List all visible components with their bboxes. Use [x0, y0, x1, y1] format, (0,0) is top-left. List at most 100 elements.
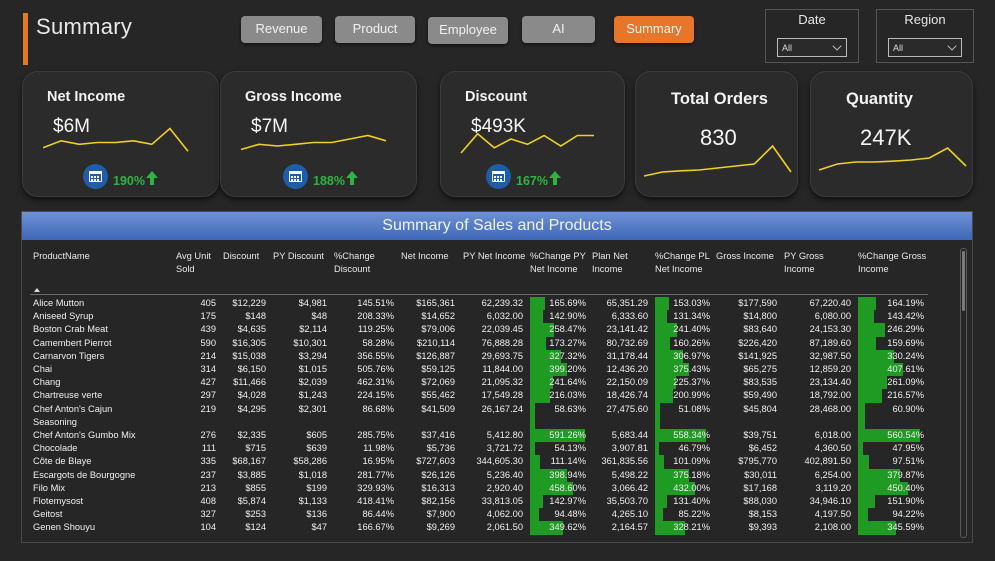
table-cell: 216.03% [549, 390, 586, 401]
table-row[interactable]: Boston Crab Meat 439 $4,635 $2,114 119.25% $7… [22, 323, 962, 337]
table-cell: $68,167 [232, 456, 266, 467]
nav-button-employee[interactable]: Employee [428, 17, 508, 44]
table-cell: 22,150.09 [606, 377, 648, 388]
kpi-sparkline [643, 144, 792, 177]
table-cell: 21,095.32 [481, 377, 523, 388]
table-cell: 327.32% [549, 350, 586, 361]
table-cell: 94.48% [554, 509, 586, 520]
nav-button-summary[interactable]: Summary [614, 16, 694, 43]
table-row[interactable]: Camembert Pierrot 590 $16,305 $10,301 58.28%… [22, 336, 962, 350]
date-dropdown[interactable]: All [777, 38, 847, 57]
column-header[interactable]: Gross Income [716, 250, 776, 263]
column-header[interactable]: ProductName [33, 250, 153, 263]
table-cell: 246.29% [887, 324, 924, 335]
table-cell: 418.41% [357, 496, 394, 506]
table-cell: 276 [200, 430, 216, 440]
table-cell: 11,844.00 [482, 364, 523, 374]
table-cell: 58.63% [554, 403, 586, 414]
column-header[interactable]: %Change Discount [334, 250, 396, 275]
table-cell: $82,156 [421, 496, 455, 506]
column-header[interactable]: Avg Unit Sold [176, 250, 220, 275]
table-cell: 361,835.56 [601, 456, 648, 467]
table-cell: 285.75% [357, 430, 394, 440]
column-header[interactable]: PY Net Income [463, 250, 527, 263]
table-cell: 18,792.00 [809, 390, 851, 401]
table-row[interactable]: Côte de Blaye 335 $68,167 $58,286 16.95% $727… [22, 455, 962, 469]
table-cell: 47.95% [892, 443, 924, 454]
table-row[interactable]: Filo Mix 213 $855 $199 329.93% $16,313 2,920.4… [22, 481, 962, 495]
table-cell: $26,126 [421, 469, 455, 480]
table-cell: $9,393 [748, 522, 777, 533]
table-cell: 216.57% [887, 390, 924, 401]
table-row[interactable]: Aniseed Syrup 175 $148 $48 208.33% $14,652 6,0… [22, 310, 962, 324]
table-cell: 28,468.00 [809, 403, 851, 414]
table-row[interactable]: Chartreuse verte 297 $4,028 $1,243 224.15% $5… [22, 389, 962, 403]
table-row[interactable]: Escargots de Bourgogne 237 $3,885 $1,018 281… [22, 468, 962, 482]
table-cell: $83,640 [743, 324, 777, 335]
column-header[interactable]: %Change Gross Income [858, 250, 928, 275]
table-row[interactable]: Chef Anton's Gumbo Mix 276 $2,335 $605 285.7… [22, 429, 962, 443]
table-row[interactable]: Carnarvon Tigers 214 $15,038 $3,294 356.55% $… [22, 349, 962, 363]
region-dropdown-value: All [893, 43, 904, 53]
table-row[interactable]: Genen Shouyu 104 $124 $47 166.67% $9,269 2,061… [22, 521, 962, 535]
table-cell: 379.87% [887, 469, 924, 480]
nav-button-revenue[interactable]: Revenue [241, 16, 322, 43]
table-cell: 3,066.42 [611, 482, 648, 493]
table-cell: 12,436.20 [606, 364, 648, 374]
table-row[interactable]: Alice Mutton 405 $12,229 $4,981 145.51% $165,… [22, 297, 962, 311]
calendar-icon [486, 164, 511, 189]
nav-button-ai[interactable]: AI [522, 16, 595, 43]
table-cell: $1,015 [298, 364, 327, 374]
table-cell: $6,150 [237, 364, 266, 374]
table-cell: 237 [200, 469, 216, 480]
table-cell: 5,683.44 [611, 430, 648, 440]
table-row[interactable]: Chef Anton's Cajun Seasoning 219 $4,295 $2,… [22, 402, 962, 429]
table-cell: 16.95% [362, 456, 394, 467]
column-header[interactable]: Discount [223, 250, 269, 263]
table-cell: 62,239.32 [481, 298, 523, 308]
table-cell: 4,360.50 [814, 443, 851, 454]
table-cell: $253 [245, 509, 266, 520]
table-cell: $1,133 [298, 496, 327, 506]
table-cell: $10,301 [293, 337, 327, 348]
table-row[interactable]: Flotemysost 408 $5,874 $1,133 418.41% $82,156… [22, 495, 962, 509]
column-header[interactable]: Plan Net Income [592, 250, 652, 275]
column-header[interactable]: PY Gross Income [784, 250, 854, 275]
column-header[interactable]: Net Income [401, 250, 461, 263]
table-cell: 35,503.70 [606, 496, 648, 506]
table-cell: 86.44% [362, 509, 394, 520]
table-title: Summary of Sales and Products [22, 212, 972, 240]
table-cell: 131.40% [673, 496, 710, 506]
product-name-cell: Boston Crab Meat [33, 324, 108, 335]
table-row[interactable]: Chai 314 $6,150 $1,015 505.76% $59,125 11,844.… [22, 363, 962, 377]
table-cell: $11,466 [233, 377, 266, 388]
table-cell: $30,011 [744, 469, 777, 480]
kpi-change-value: 190% [113, 174, 145, 188]
table-cell: 87,189.60 [809, 337, 851, 348]
column-header[interactable]: %Change PY Net Income [530, 250, 590, 275]
scrollbar-thumb[interactable] [962, 251, 965, 311]
product-name-cell: Chocolade [33, 443, 78, 454]
product-name-cell: Côte de Blaye [33, 456, 92, 467]
kpi-card-net-income: Net Income $6M 190% [22, 71, 219, 197]
table-cell: 65,351.29 [606, 298, 648, 308]
table-cell: 97.51% [892, 456, 924, 467]
nav-button-product[interactable]: Product [335, 16, 415, 43]
table-row[interactable]: Geitost 327 $253 $136 86.44% $7,900 4,062.00 94… [22, 508, 962, 522]
region-slicer: Region All [876, 9, 974, 63]
table-cell: $48 [311, 311, 327, 322]
region-dropdown[interactable]: All [888, 38, 962, 57]
column-header[interactable]: %Change PL Net Income [655, 250, 713, 275]
table-cell: $37,416 [421, 430, 455, 440]
sparkline-series [818, 147, 967, 171]
table-scrollbar[interactable] [960, 248, 967, 538]
table-cell: 241.64% [549, 377, 586, 388]
column-header[interactable]: PY Discount [273, 250, 329, 263]
sort-ascending-icon[interactable] [34, 288, 40, 292]
table-row[interactable]: Chang 427 $11,466 $2,039 462.31% $72,069 21,09… [22, 376, 962, 390]
table-cell: $605 [306, 430, 327, 440]
trend-up-icon [346, 171, 358, 178]
table-cell: 86.68% [362, 403, 394, 414]
table-cell: 145.51% [357, 298, 394, 308]
table-row[interactable]: Chocolade 111 $715 $639 11.98% $5,736 3,721.72… [22, 442, 962, 456]
